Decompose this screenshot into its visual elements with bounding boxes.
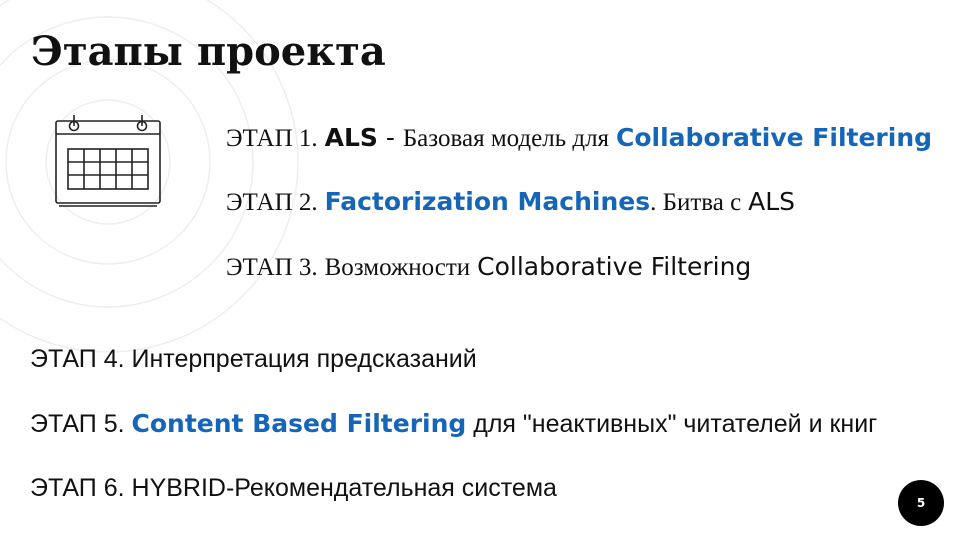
stage-5-highlight: Content Based Filtering (131, 409, 467, 438)
stage-1: ЭТАП 1. ALS - Базовая модель для Collabo… (226, 125, 932, 151)
stage-2-prefix: ЭТАП 2. (226, 189, 318, 216)
stage-1-desc: Базовая модель для (402, 125, 610, 152)
stage-2-desc: . Битва с (650, 189, 742, 216)
stage-3-prefix: ЭТАП 3. (226, 254, 318, 281)
stage-2-highlight: Factorization Machines (324, 187, 651, 216)
stage-2-tail: ALS (748, 187, 796, 216)
stage-2: ЭТАП 2. Factorization Machines. Битва с … (226, 189, 795, 215)
stage-1-name: ALS (324, 123, 378, 152)
stage-1-separator: - (377, 123, 403, 152)
stage-1-prefix: ЭТАП 1. (226, 125, 318, 152)
slide-title: Этапы проекта (31, 28, 386, 75)
stage-4: ЭТАП 4. Интерпретация предсказаний (30, 345, 477, 373)
stage-5-desc: для "неактивных" читателей и книг (473, 410, 878, 438)
stage-5: ЭТАП 5. Content Based Filtering для "неа… (30, 411, 877, 437)
stage-3-desc: Возможности (324, 254, 471, 281)
calendar-icon (55, 115, 161, 207)
stage-6: ЭТАП 6. HYBRID-Рекомендательная система (30, 474, 557, 502)
page-number-badge: 5 (898, 480, 944, 526)
stage-1-highlight: Collaborative Filtering (616, 123, 933, 152)
stage-3: ЭТАП 3. Возможности Collaborative Filter… (226, 254, 751, 280)
stage-3-tail: Collaborative Filtering (477, 252, 752, 281)
stage-5-prefix: ЭТАП 5. (30, 410, 125, 438)
